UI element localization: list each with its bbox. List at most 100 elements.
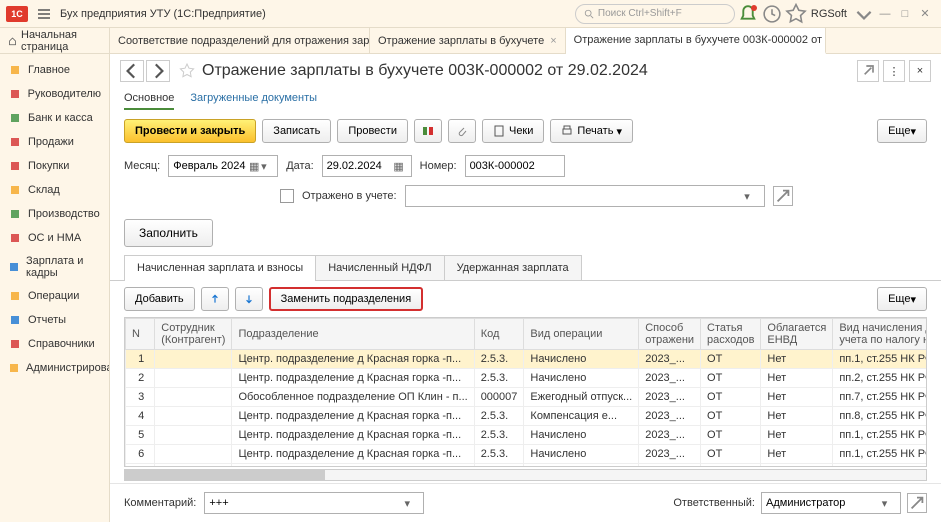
more-button[interactable]: Еще ▾: [877, 119, 927, 143]
col-n[interactable]: N: [126, 319, 155, 350]
tab-1[interactable]: Отражение зарплаты в бухучете ×: [370, 28, 566, 53]
tab-0[interactable]: Соответствие подразделений для отражения…: [110, 28, 370, 53]
col-method[interactable]: Способ отражени: [639, 319, 701, 350]
tab-2[interactable]: Отражение зарплаты в бухучете 003К-00000…: [566, 28, 826, 54]
horizontal-scrollbar[interactable]: [124, 469, 927, 481]
sidebar-item-12[interactable]: Администрирование: [0, 356, 109, 380]
print-button[interactable]: Печать ▾: [550, 119, 633, 143]
calendar-icon[interactable]: ▦: [393, 160, 406, 173]
nav-back-button[interactable]: [120, 60, 144, 82]
home-tab[interactable]: Начальная страница: [0, 28, 110, 53]
move-up-button[interactable]: [201, 287, 229, 311]
user-menu-dropdown[interactable]: [853, 3, 875, 25]
dropdown-icon[interactable]: ▾: [744, 190, 759, 203]
comment-input[interactable]: ▾: [204, 492, 424, 514]
sidebar-item-10[interactable]: Отчеты: [0, 308, 109, 332]
cell-method: 2023_...: [639, 426, 701, 445]
sidebar-item-3[interactable]: Продажи: [0, 130, 109, 154]
table-row[interactable]: 7Центр. подразделение д Красная горка -п…: [126, 464, 928, 468]
favorite-star-icon[interactable]: [178, 62, 196, 80]
post-button[interactable]: Провести: [337, 119, 408, 143]
table-row[interactable]: 3Обособленное подразделение ОП Клин - п.…: [126, 388, 928, 407]
sidebar-item-7[interactable]: ОС и НМА: [0, 226, 109, 250]
cell-code: 000007: [474, 388, 524, 407]
post-and-close-button[interactable]: Провести и закрыть: [124, 119, 256, 143]
table-tab-accrued[interactable]: Начисленная зарплата и взносы: [124, 255, 316, 280]
table-row[interactable]: 1Центр. подразделение д Красная горка -п…: [126, 350, 928, 369]
more-header-button[interactable]: ⋮: [883, 60, 905, 82]
add-row-button[interactable]: Добавить: [124, 287, 195, 311]
col-tax-type[interactable]: Вид начисления для учета по налогу на п: [833, 319, 927, 350]
open-reference-button[interactable]: [773, 186, 793, 206]
bell-icon: [737, 3, 759, 25]
open-responsible-button[interactable]: [907, 493, 927, 513]
sidebar-item-6[interactable]: Производство: [0, 202, 109, 226]
window-maximize[interactable]: □: [895, 4, 915, 24]
month-input[interactable]: ▦▾: [168, 155, 278, 177]
cell-tax: пп.7, ст.255 НК РФ: [833, 388, 927, 407]
book-icon: [8, 337, 22, 351]
clock-icon: [761, 3, 783, 25]
table-tab-withheld[interactable]: Удержанная зарплата: [444, 255, 582, 280]
subtab-main[interactable]: Основное: [124, 88, 174, 110]
data-table-wrapper[interactable]: N Сотрудник (Контрагент) Подразделение К…: [124, 317, 927, 467]
link-button[interactable]: [857, 60, 879, 82]
table-row[interactable]: 6Центр. подразделение д Красная горка -п…: [126, 445, 928, 464]
global-search[interactable]: Поиск Ctrl+Shift+F: [575, 4, 735, 24]
cell-envd: Нет: [761, 388, 833, 407]
sidebar-item-1[interactable]: Руководителю: [0, 82, 109, 106]
reflected-input[interactable]: ▾: [405, 185, 765, 207]
table-row[interactable]: 2Центр. подразделение д Красная горка -п…: [126, 369, 928, 388]
sidebar-item-11[interactable]: Справочники: [0, 332, 109, 356]
dk-button[interactable]: [414, 119, 442, 143]
sidebar-item-8[interactable]: Зарплата и кадры: [0, 250, 109, 284]
move-down-button[interactable]: [235, 287, 263, 311]
sidebar-item-4[interactable]: Покупки: [0, 154, 109, 178]
checks-button[interactable]: Чеки: [482, 119, 544, 143]
window-minimize[interactable]: —: [875, 4, 895, 24]
window-close[interactable]: ✕: [915, 4, 935, 24]
fill-button[interactable]: Заполнить: [124, 219, 213, 247]
close-document-button[interactable]: ×: [909, 60, 931, 82]
dropdown-icon[interactable]: ▾: [261, 160, 273, 173]
sidebar-item-9[interactable]: Операции: [0, 284, 109, 308]
favorites-button[interactable]: [785, 3, 807, 25]
scrollbar-thumb[interactable]: [125, 470, 325, 480]
replace-divisions-button[interactable]: Заменить подразделения: [269, 287, 424, 311]
cell-code: 2.5.3.: [474, 445, 524, 464]
notifications-button[interactable]: [737, 3, 759, 25]
sidebar-item-2[interactable]: Банк и касса: [0, 106, 109, 130]
nav-forward-button[interactable]: [146, 60, 170, 82]
col-employee[interactable]: Сотрудник (Контрагент): [155, 319, 232, 350]
history-button[interactable]: [761, 3, 783, 25]
date-input[interactable]: ▦: [322, 155, 412, 177]
tab-close-icon[interactable]: ×: [550, 35, 556, 47]
save-button[interactable]: Записать: [262, 119, 331, 143]
sidebar-item-5[interactable]: Склад: [0, 178, 109, 202]
table-tabs: Начисленная зарплата и взносы Начисленны…: [110, 255, 941, 281]
subtab-loaded[interactable]: Загруженные документы: [190, 88, 317, 110]
document-title: Отражение зарплаты в бухучете 003К-00000…: [202, 62, 648, 80]
table-tab-ndfl[interactable]: Начисленный НДФЛ: [315, 255, 444, 280]
reflected-checkbox[interactable]: [280, 189, 294, 203]
dropdown-icon[interactable]: ▾: [882, 497, 896, 510]
number-input[interactable]: [465, 155, 565, 177]
responsible-input[interactable]: ▾: [761, 492, 901, 514]
main-menu-button[interactable]: [34, 4, 54, 24]
dropdown-icon[interactable]: ▾: [404, 497, 419, 510]
table-row[interactable]: 4Центр. подразделение д Красная горка -п…: [126, 407, 928, 426]
col-op-type[interactable]: Вид операции: [524, 319, 639, 350]
calendar-icon[interactable]: ▦: [249, 160, 261, 173]
table-row[interactable]: 5Центр. подразделение д Красная горка -п…: [126, 426, 928, 445]
col-expense[interactable]: Статья расходов: [701, 319, 761, 350]
sidebar-item-0[interactable]: Главное: [0, 58, 109, 82]
col-envd[interactable]: Облагается ЕНВД: [761, 319, 833, 350]
col-code[interactable]: Код: [474, 319, 524, 350]
attachments-button[interactable]: [448, 119, 476, 143]
link-icon: [858, 61, 878, 81]
current-user[interactable]: RGSoft: [811, 8, 847, 20]
col-division[interactable]: Подразделение: [232, 319, 474, 350]
table-more-button[interactable]: Еще ▾: [877, 287, 927, 311]
cell-envd: Нет: [761, 426, 833, 445]
cell-n: 7: [126, 464, 155, 468]
